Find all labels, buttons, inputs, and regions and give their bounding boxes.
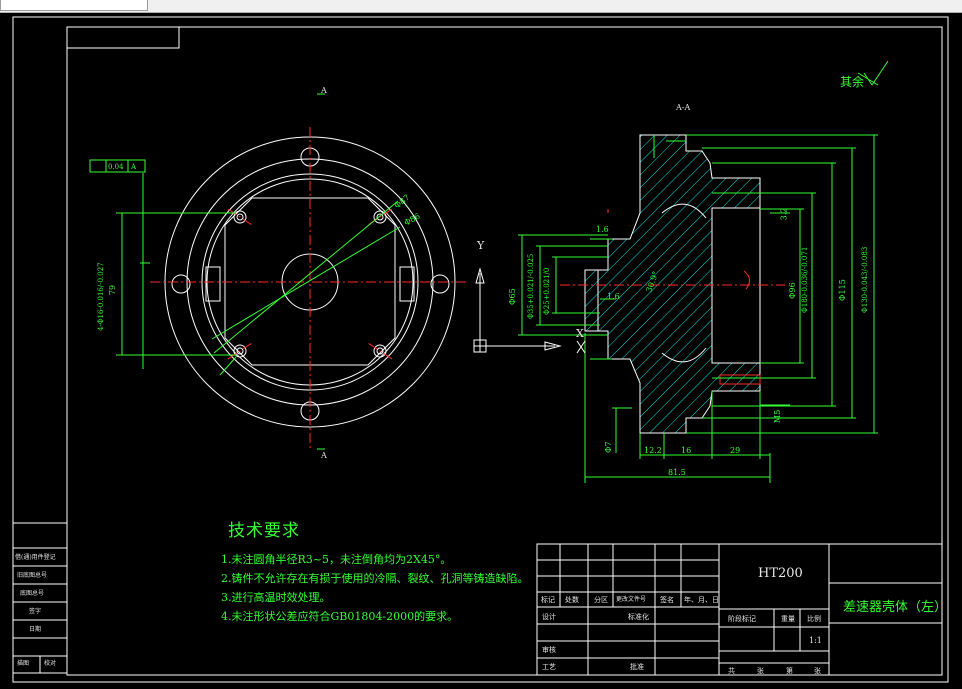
strip-label: 旧底图总号 <box>17 572 48 579</box>
front-view-dimensions <box>89 93 401 450</box>
dim-roughness-b: 1.6 <box>607 292 620 301</box>
tolerance-frame-datum: A <box>131 163 137 171</box>
dim-d25: Φ25+0.021/0 <box>543 267 551 315</box>
dim-d7: Φ7 <box>604 441 613 453</box>
dim-d65: Φ65 <box>508 288 517 305</box>
strip-label: 校对 <box>44 660 57 667</box>
header-cell: 年、月、日 <box>684 596 719 604</box>
process-cell: 工艺 <box>542 663 556 671</box>
standard-cell: 标准化 <box>628 613 649 621</box>
dim-d115: Φ115 <box>838 279 847 301</box>
dim-m5: M5 <box>773 409 782 423</box>
sheet-cell: 张 <box>814 667 821 675</box>
dim-width79: 79 <box>108 284 118 296</box>
strip-label: 日期 <box>29 626 42 633</box>
dim-d180: Φ180-0.036/-0.071 <box>801 246 809 313</box>
view-label-a-bottom: A <box>321 451 327 460</box>
section-view <box>584 134 761 434</box>
dim-d130: Φ130-0.043/-0.083 <box>861 246 869 313</box>
cad-drawing-canvas[interactable]: A A A-A 其余 0.04 A Φ87 Φ86 79 4-Φ16-0.016… <box>0 13 962 689</box>
tech-requirements-title: 技术要求 <box>228 521 300 541</box>
strip-label: 描图 <box>17 660 30 667</box>
tech-item: 3.进行高温时效处理。 <box>221 591 331 604</box>
dim-d96: Φ96 <box>788 282 797 299</box>
dim-l29: 29 <box>730 446 741 455</box>
scale-label-cell: 比例 <box>807 615 821 623</box>
sheet-cell: 张 <box>757 667 764 675</box>
dim-roughness-c: 3.2 <box>779 207 789 221</box>
section-label: A-A <box>676 103 691 112</box>
strip-label: 借(通)用件登记 <box>15 554 56 561</box>
dim-l815: 81.5 <box>668 468 686 477</box>
axis-x-label: X <box>576 327 584 340</box>
dim-l16: 16 <box>681 446 692 455</box>
sheet-cell: 第 <box>786 667 793 675</box>
stage-cell: 阶段标记 <box>728 615 756 623</box>
header-cell: 分区 <box>594 596 608 604</box>
tolerance-frame-value: 0.04 <box>108 163 124 171</box>
header-cell: 标记 <box>541 596 555 604</box>
front-view-centerlines <box>150 127 466 449</box>
tech-item: 1.未注圆角半径R3~5，未注倒角均为2X45°。 <box>221 553 452 566</box>
weight-cell: 重量 <box>781 615 795 623</box>
roughness-note: 其余 <box>840 75 865 89</box>
dim-holes: 4-Φ16-0.016/-0.027 <box>97 262 105 331</box>
dim-d35: Φ35+0.021/-0.025 <box>527 253 535 319</box>
tech-requirements-list: 1.未注圆角半径R3~5，未注倒角均为2X45°。 2.铸件不允许存在有损于使用… <box>221 550 529 626</box>
review-cell: 审核 <box>542 646 556 654</box>
strip-label: 底图总号 <box>20 590 45 597</box>
header-cell: 处数 <box>565 596 579 604</box>
tech-item: 2.铸件不允许存在有损于使用的冷隔、裂纹、孔洞等铸造缺陷。 <box>221 572 529 585</box>
axis-y-label: Y <box>477 239 485 252</box>
strip-label: 签字 <box>29 608 42 615</box>
sheet-cell: 共 <box>728 667 735 675</box>
view-label-a-top: A <box>321 86 327 95</box>
dim-l12: 12.2 <box>644 446 662 455</box>
app-top-bar <box>0 0 962 13</box>
scale-value: 1:1 <box>809 636 822 645</box>
header-cell: 更改文件号 <box>616 596 647 603</box>
document-tab[interactable] <box>0 0 148 11</box>
title-material: HT200 <box>758 566 803 581</box>
tech-item: 4.未注形状公差应符合GB01804-2000的要求。 <box>221 610 459 623</box>
header-cell: 签名 <box>660 596 674 604</box>
dim-roughness-a: 1.6 <box>596 225 609 234</box>
approve-cell: 批准 <box>630 663 644 671</box>
design-cell: 设计 <box>542 613 556 621</box>
title-part-name: 差速器壳体（左） <box>843 600 948 615</box>
